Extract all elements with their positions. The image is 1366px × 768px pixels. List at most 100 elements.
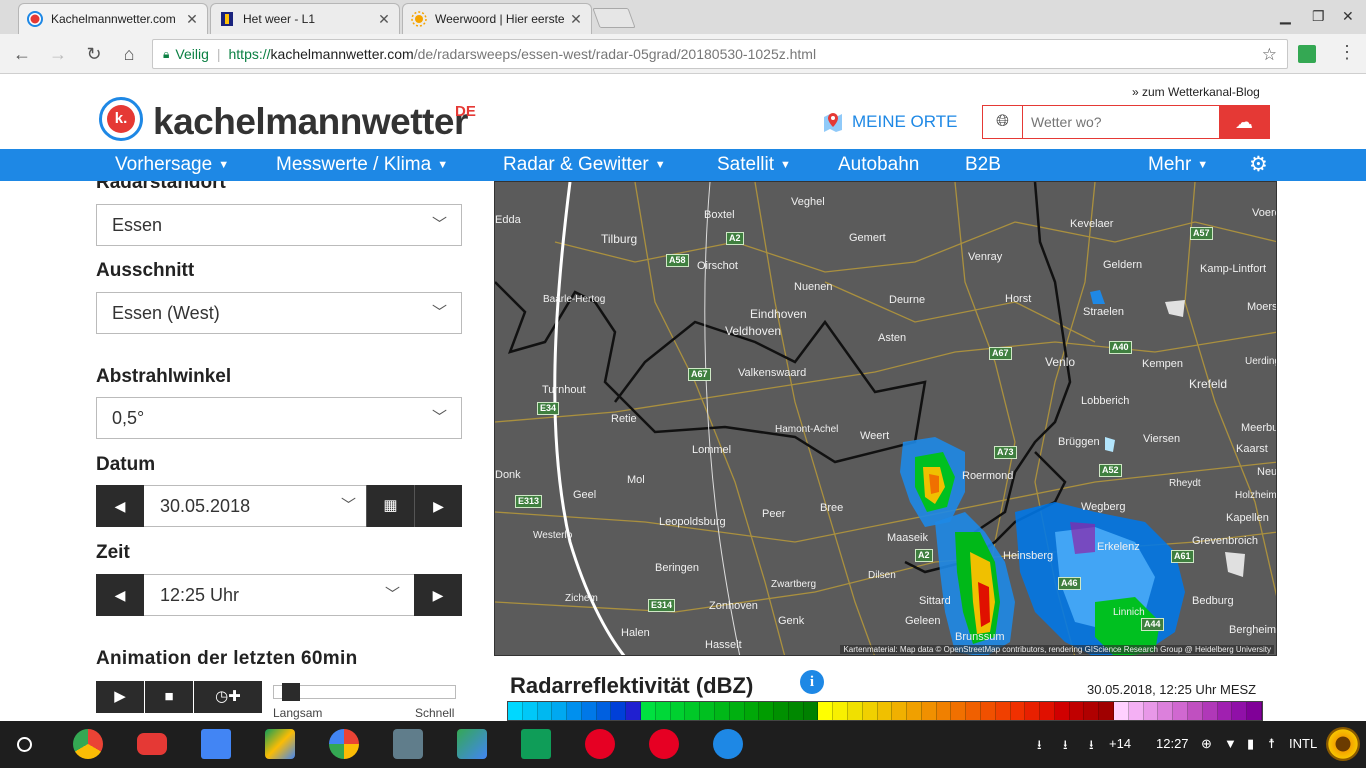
site-header: k. kachelmannwetter DE » zum Wetterkanal…: [0, 75, 1366, 149]
color-scale-step: [1143, 702, 1159, 720]
forward-icon[interactable]: →: [46, 42, 70, 66]
tab-weerwoord[interactable]: Weerwoord | Hier eerste ✕: [402, 3, 592, 34]
calendar-app-icon[interactable]: [201, 729, 231, 759]
minimize-icon[interactable]: ▁: [1280, 8, 1291, 25]
address-bar[interactable]: 🔒︎ Veilig | https://kachelmannwetter.com…: [152, 39, 1288, 69]
time-value: 12:25 Uhr: [160, 585, 240, 605]
map-town-label: Kevelaer: [1070, 218, 1114, 230]
play-button[interactable]: ▶: [96, 681, 144, 713]
accessibility-icon[interactable]: ☨: [1268, 736, 1275, 752]
restore-icon[interactable]: ❐: [1312, 8, 1325, 25]
time-next-button[interactable]: ▶: [414, 574, 462, 616]
download-icon[interactable]: ⭳: [1089, 736, 1094, 758]
meine-orte-link[interactable]: MEINE ORTE: [822, 111, 957, 133]
pinterest-app-icon[interactable]: [649, 729, 679, 759]
globe-icon[interactable]: 🌐︎: [983, 106, 1023, 138]
pinterest-app-icon[interactable]: [585, 729, 615, 759]
date-select[interactable]: 30.05.2018 ﹀: [144, 485, 366, 527]
calculator-app-icon[interactable]: [393, 729, 423, 759]
radar-map[interactable]: Edda Tilburg Boxtel Veghel Gemert Kevela…: [494, 181, 1277, 656]
new-tab-button[interactable]: [592, 8, 636, 28]
nav-messwerte[interactable]: Messwerte / Klima ▼: [276, 154, 448, 176]
abstrahlwinkel-select[interactable]: 0,5° ﹀: [96, 397, 462, 439]
nav-satellit[interactable]: Satellit ▼: [717, 154, 791, 176]
color-scale-step: [803, 702, 819, 720]
info-icon[interactable]: i: [800, 670, 824, 694]
wifi-icon[interactable]: ▼: [1224, 736, 1237, 751]
map-road-shield: A67: [688, 368, 711, 381]
nav-mehr[interactable]: Mehr ▼: [1148, 154, 1208, 176]
date-next-button[interactable]: ▶: [414, 485, 462, 527]
date-prev-button[interactable]: ◀: [96, 485, 144, 527]
drive-app-icon[interactable]: [265, 729, 295, 759]
weather-search-icon[interactable]: ☁: [1219, 106, 1269, 138]
logo-text[interactable]: kachelmannwetter: [153, 101, 468, 143]
classroom-app-icon[interactable]: [521, 729, 551, 759]
map-road-shield: A58: [666, 254, 689, 267]
speed-slider[interactable]: [273, 683, 456, 701]
map-town-label: Bergheim: [1229, 624, 1277, 636]
avatar[interactable]: [1326, 727, 1360, 761]
stop-button[interactable]: ■: [145, 681, 193, 713]
close-icon[interactable]: ✕: [569, 11, 583, 28]
ime-indicator[interactable]: INTL: [1289, 736, 1317, 751]
map-town-label: Veghel: [791, 196, 825, 208]
nav-b2b[interactable]: B2B: [965, 154, 1001, 176]
battery-icon[interactable]: ▮: [1247, 736, 1254, 752]
calendar-icon[interactable]: ▦: [366, 485, 414, 527]
map-road-shield: E313: [515, 495, 543, 508]
nav-label: Messwerte / Klima: [276, 154, 432, 175]
bookmark-star-icon[interactable]: ☆: [1262, 45, 1277, 65]
notification-icon[interactable]: ⊕: [1201, 736, 1212, 752]
add-time-button[interactable]: ◷✚: [194, 681, 262, 713]
color-scale-step: [892, 702, 908, 720]
extension-icon[interactable]: [1298, 45, 1316, 63]
radarstandort-select[interactable]: Essen ﹀: [96, 204, 462, 246]
ausschnitt-select[interactable]: Essen (West) ﹀: [96, 292, 462, 334]
main-navigation: Vorhersage ▼ Messwerte / Klima ▼ Radar & G…: [0, 149, 1366, 181]
time-select[interactable]: 12:25 Uhr ﹀: [144, 574, 414, 616]
back-icon[interactable]: ←: [10, 42, 34, 66]
blog-link[interactable]: » zum Wetterkanal-Blog: [1132, 85, 1260, 99]
nav-label: Vorhersage: [115, 154, 213, 175]
chrome-app-icon[interactable]: [73, 729, 103, 759]
tab-kachelmannwetter[interactable]: Kachelmannwetter.com ✕: [18, 3, 208, 34]
location-search-input[interactable]: [1023, 106, 1219, 138]
map-town-label: Kamp-Lintfort: [1200, 263, 1267, 275]
nav-radar[interactable]: Radar & Gewitter ▼: [503, 154, 666, 176]
logo-icon[interactable]: k.: [99, 97, 143, 141]
download-icon[interactable]: ⭳: [1037, 736, 1042, 758]
photos-app-icon[interactable]: [329, 729, 359, 759]
tab-het-weer[interactable]: Het weer - L1 ✕: [210, 3, 400, 34]
map-road-shield: A67: [989, 347, 1012, 360]
map-town-label: Lommel: [692, 444, 732, 456]
nav-autobahn[interactable]: Autobahn: [838, 154, 919, 176]
nav-vorhersage[interactable]: Vorhersage ▼: [115, 154, 229, 176]
location-search: 🌐︎ ☁: [982, 105, 1270, 139]
color-scale-step: [567, 702, 582, 720]
secure-label: Veilig: [175, 46, 209, 62]
speed-slider-handle[interactable]: [282, 683, 300, 701]
map-town-label: Brüggen: [1058, 436, 1100, 448]
color-scale-step: [877, 702, 893, 720]
close-window-icon[interactable]: ✕: [1342, 8, 1354, 25]
close-icon[interactable]: ✕: [377, 11, 391, 28]
files-app-icon[interactable]: [713, 729, 743, 759]
color-scale-step: [552, 702, 568, 720]
download-icon[interactable]: ⭳: [1063, 736, 1068, 758]
gear-icon[interactable]: ⚙: [1249, 152, 1268, 177]
youtube-app-icon[interactable]: [137, 733, 167, 755]
map-road-shield: E314: [648, 599, 676, 612]
chrome-menu-icon[interactable]: ⋮: [1338, 42, 1356, 63]
chevron-down-icon: ﹀: [340, 497, 356, 514]
launcher-icon[interactable]: [17, 737, 32, 752]
home-icon[interactable]: ⌂: [117, 42, 141, 66]
maps-app-icon[interactable]: [457, 729, 487, 759]
close-icon[interactable]: ✕: [185, 11, 199, 28]
reload-icon[interactable]: ↻: [82, 42, 106, 66]
map-town-label: Eindhoven: [750, 307, 807, 321]
clock[interactable]: 12:27: [1156, 736, 1189, 751]
time-prev-button[interactable]: ◀: [96, 574, 144, 616]
select-value: Essen: [112, 215, 163, 235]
nav-label: Satellit: [717, 154, 775, 175]
